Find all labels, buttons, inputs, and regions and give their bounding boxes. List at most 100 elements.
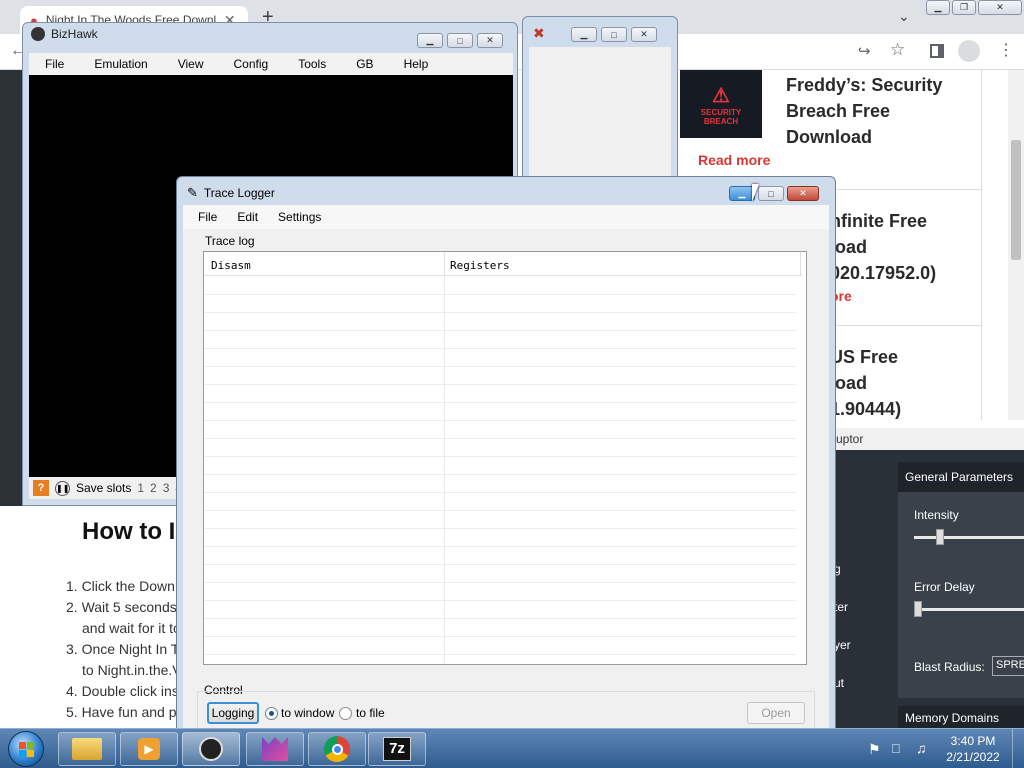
volume-icon[interactable]: ♫ — [916, 740, 927, 756]
card-title-line[interactable]: Download — [786, 124, 942, 150]
trace-log-listview[interactable]: Disasm Registers — [203, 251, 807, 665]
listview-rows — [204, 276, 802, 664]
taskbar-bizhawk-button[interactable] — [182, 732, 240, 766]
card-title-line[interactable]: Breach Free — [786, 98, 942, 124]
share-icon[interactable]: ↪ — [858, 42, 871, 60]
intensity-slider[interactable] — [914, 536, 1024, 539]
save-slots-label: Save slots — [76, 481, 132, 495]
close-button[interactable]: ✕ — [787, 186, 819, 201]
listview-row-divider — [204, 366, 796, 367]
rtc-menu-item[interactable]: yer — [834, 626, 851, 664]
blast-radius-label: Blast Radius: — [914, 660, 985, 674]
card-title-line[interactable]: 1.90444) — [830, 396, 901, 422]
column-header-disasm[interactable]: Disasm — [211, 259, 251, 272]
rtc-menu-item[interactable]: g — [834, 550, 851, 588]
profile-avatar-icon[interactable] — [958, 40, 980, 62]
card-title-line[interactable]: US Free — [830, 344, 901, 370]
browser-restore-button[interactable]: ❐ — [952, 0, 976, 15]
windows-logo-icon — [18, 741, 34, 757]
listview-row-divider — [204, 312, 796, 313]
7zip-icon: 7z — [383, 737, 411, 761]
minimize-button[interactable]: ▁ — [417, 33, 443, 48]
memory-domains-header: Memory Domains — [898, 706, 1024, 730]
intensity-slider-thumb[interactable] — [936, 529, 944, 545]
menu-help[interactable]: Help — [388, 57, 443, 71]
thumbnail-caption-2: BREACH — [703, 116, 739, 126]
listview-row-divider — [204, 546, 796, 547]
to-window-label[interactable]: to window — [281, 706, 334, 720]
thumbnail-logo-icon: ⚠ — [712, 84, 730, 107]
close-button[interactable]: ✕ — [477, 33, 503, 48]
menu-tools[interactable]: Tools — [282, 57, 340, 71]
logging-button[interactable]: Logging — [207, 702, 259, 724]
card-title-line[interactable]: load — [830, 370, 901, 396]
column-header-registers[interactable]: Registers — [450, 259, 510, 272]
warning-icon[interactable]: ? — [33, 480, 49, 496]
browser-close-button[interactable]: ✕ — [978, 0, 1022, 15]
menu-file[interactable]: File — [29, 57, 78, 71]
menu-config[interactable]: Config — [218, 57, 283, 71]
read-more-link[interactable]: Read more — [698, 152, 770, 168]
taskbar-chrome-button[interactable] — [308, 732, 366, 766]
card-thumbnail[interactable]: ⚠ SECURITY BREACH — [680, 70, 762, 138]
bizhawk-window-controls: ▁ □ ✕ — [417, 33, 503, 48]
listview-row-divider — [204, 438, 796, 439]
browser-menu-icon[interactable]: ⋮ — [998, 40, 1014, 60]
error-delay-slider-thumb[interactable] — [914, 601, 922, 617]
tab-search-icon[interactable]: ⌄ — [898, 8, 910, 25]
card-title-line[interactable]: load — [830, 234, 936, 260]
save-slot[interactable]: 3 — [163, 481, 170, 495]
listview-row-divider — [204, 528, 796, 529]
taskbar-7zip-button[interactable]: 7z — [368, 732, 426, 766]
rtc-menu-item[interactable]: ter — [834, 588, 851, 626]
taskbar-explorer-button[interactable] — [58, 732, 116, 766]
action-center-flag-icon[interactable]: ⚑ — [868, 741, 881, 758]
sidepanel-icon[interactable] — [930, 44, 944, 58]
step-item: to Night.in.the.V — [82, 662, 176, 678]
install-steps-list: 1. Click the Down 2. Wait 5 seconds and … — [66, 576, 176, 723]
rtc-menu-item[interactable]: ut — [834, 664, 851, 702]
folder-icon — [72, 738, 102, 760]
menu-file[interactable]: File — [198, 210, 217, 224]
bookmark-star-icon[interactable]: ☆ — [890, 40, 905, 60]
to-file-label[interactable]: to file — [356, 706, 385, 720]
minimize-button[interactable]: ▁ — [571, 27, 597, 42]
bizhawk-app-icon — [199, 737, 223, 761]
maximize-button[interactable]: □ — [447, 33, 473, 48]
blast-radius-select[interactable]: SPREA — [992, 656, 1024, 676]
start-button[interactable] — [8, 731, 44, 767]
menu-view[interactable]: View — [162, 57, 218, 71]
save-slot[interactable]: 1 — [137, 481, 144, 495]
listview-row-divider — [204, 636, 796, 637]
card-title-line[interactable]: nfinite Free — [830, 208, 936, 234]
taskbar-media-player-button[interactable]: ▶ — [120, 732, 178, 766]
pause-icon[interactable]: ❚❚ — [55, 480, 70, 496]
menu-settings[interactable]: Settings — [278, 210, 321, 224]
to-window-radio[interactable] — [265, 707, 278, 720]
page-dark-sidebar — [0, 70, 22, 506]
menu-gb[interactable]: GB — [340, 57, 387, 71]
tool-window-controls: ▁ □ ✕ — [571, 27, 657, 42]
show-desktop-button[interactable] — [1012, 729, 1024, 768]
trace-logger-client: File Edit Settings Trace log Disasm Regi… — [183, 205, 829, 735]
menu-edit[interactable]: Edit — [237, 210, 258, 224]
clock-date: 2/21/2022 — [946, 750, 1000, 764]
page-scrollbar[interactable] — [1008, 70, 1024, 420]
network-icon[interactable]: ⎕ — [892, 741, 900, 757]
maximize-button[interactable]: □ — [601, 27, 627, 42]
taskbar-rtc-button[interactable] — [246, 732, 304, 766]
clock[interactable]: 3:40 PM 2/21/2022 — [940, 733, 1006, 765]
open-button[interactable]: Open — [747, 702, 805, 724]
card-title-line[interactable]: 020.17952.0) — [830, 260, 936, 286]
scrollbar-thumb[interactable] — [1011, 140, 1021, 260]
card-title-line[interactable]: Freddy’s: Security — [786, 72, 942, 98]
menu-emulation[interactable]: Emulation — [78, 57, 161, 71]
tool-window: ✖ ▁ □ ✕ — [522, 16, 678, 179]
to-file-radio[interactable] — [339, 707, 352, 720]
browser-minimize-button[interactable]: ▁ — [926, 0, 950, 15]
step-item: 5. Have fun and p — [66, 704, 176, 720]
save-slot[interactable]: 2 — [150, 481, 157, 495]
error-delay-slider[interactable] — [914, 608, 1024, 611]
error-delay-label: Error Delay — [914, 580, 975, 594]
close-button[interactable]: ✕ — [631, 27, 657, 42]
